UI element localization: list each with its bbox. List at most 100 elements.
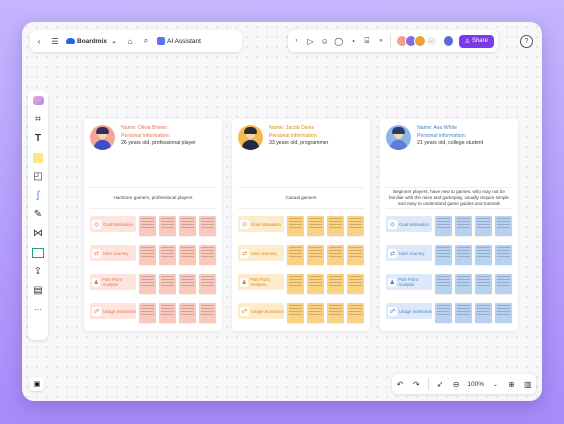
row-label[interactable]: ⇄ User Journey bbox=[386, 245, 432, 261]
tag-icon[interactable]: ⌂ bbox=[125, 36, 135, 46]
more-icon[interactable]: » bbox=[376, 36, 385, 46]
row-label[interactable]: ☍ Usage Scenarios bbox=[238, 303, 284, 319]
sticky-note[interactable] bbox=[475, 274, 492, 294]
sticky-note[interactable] bbox=[179, 216, 196, 236]
redo-icon[interactable]: ↷ bbox=[411, 379, 421, 389]
row-label[interactable]: ♟ Pain Point Analysis bbox=[90, 274, 136, 290]
row-label[interactable]: ☍ Usage Scenarios bbox=[386, 303, 432, 319]
ai-assistant-button[interactable]: AI Assistant bbox=[156, 37, 201, 45]
sticky-note[interactable] bbox=[307, 274, 324, 294]
sticky-note[interactable] bbox=[475, 303, 492, 323]
sticky-note[interactable] bbox=[199, 303, 216, 323]
zoom-out-icon[interactable]: ⊖ bbox=[451, 379, 461, 389]
row-label[interactable]: ♟ Pain Point Analysis bbox=[386, 274, 432, 290]
sticky-note[interactable] bbox=[495, 303, 512, 323]
connector-icon[interactable]: ∫ bbox=[32, 189, 45, 202]
sticky-note[interactable] bbox=[347, 274, 364, 294]
sticky-note[interactable] bbox=[495, 216, 512, 236]
menu-icon[interactable]: ☰ bbox=[50, 36, 60, 46]
sticky-note[interactable] bbox=[307, 245, 324, 265]
text-icon[interactable]: T bbox=[32, 132, 45, 145]
sticky-note[interactable] bbox=[139, 245, 156, 265]
sticky-note[interactable] bbox=[475, 245, 492, 265]
sticky-note[interactable] bbox=[435, 216, 452, 236]
sticky-note[interactable] bbox=[455, 245, 472, 265]
chevron-down-icon[interactable]: ⌄ bbox=[490, 379, 500, 389]
sticky-note[interactable] bbox=[495, 245, 512, 265]
persona-card[interactable]: Name: Jacob Davis Personal information: 33… bbox=[232, 119, 370, 331]
row-label[interactable]: ◎ Goal Motivation bbox=[386, 216, 432, 232]
sticky-note[interactable] bbox=[287, 274, 304, 294]
sticky-note[interactable] bbox=[287, 245, 304, 265]
sticky-note[interactable] bbox=[435, 274, 452, 294]
sticky-note[interactable] bbox=[139, 274, 156, 294]
row-label[interactable]: ♟ Pain Point Analysis bbox=[238, 274, 284, 290]
back-icon[interactable]: ‹ bbox=[34, 36, 44, 46]
sticky-note[interactable] bbox=[327, 245, 344, 265]
sticky-note[interactable] bbox=[199, 245, 216, 265]
sticky-note[interactable] bbox=[327, 216, 344, 236]
mindmap-icon[interactable]: ⋈ bbox=[32, 227, 45, 240]
sticky-note[interactable] bbox=[159, 245, 176, 265]
persona-card[interactable]: Name: Olivia Brown Personal information: 2… bbox=[84, 119, 222, 331]
sticky-note[interactable] bbox=[455, 216, 472, 236]
frame-icon[interactable]: ⌗ bbox=[32, 113, 45, 126]
row-label[interactable]: ⇄ User Journey bbox=[90, 245, 136, 261]
template-icon[interactable] bbox=[32, 94, 45, 107]
sticky-note-icon[interactable] bbox=[32, 151, 45, 164]
sticky-note[interactable] bbox=[307, 216, 324, 236]
sticky-note[interactable] bbox=[159, 303, 176, 323]
help-icon[interactable]: ? bbox=[520, 35, 533, 48]
reaction-icon[interactable]: ☺ bbox=[320, 36, 329, 46]
book-icon[interactable]: ▥ bbox=[523, 379, 533, 389]
sticky-note[interactable] bbox=[495, 274, 512, 294]
share-button[interactable]: ♙ Share bbox=[458, 34, 494, 48]
play-icon[interactable]: ▷ bbox=[306, 36, 315, 46]
sticky-note[interactable] bbox=[287, 216, 304, 236]
sticky-note[interactable] bbox=[287, 303, 304, 323]
sticky-note[interactable] bbox=[199, 274, 216, 294]
sticky-note[interactable] bbox=[455, 303, 472, 323]
sticky-note[interactable] bbox=[327, 274, 344, 294]
sticky-note[interactable] bbox=[347, 303, 364, 323]
expand-icon[interactable]: › bbox=[292, 36, 301, 46]
sticky-note[interactable] bbox=[347, 216, 364, 236]
sticky-note[interactable] bbox=[179, 274, 196, 294]
zoom-level[interactable]: 100% bbox=[467, 381, 484, 388]
sticky-note[interactable] bbox=[347, 245, 364, 265]
sticky-note[interactable] bbox=[435, 303, 452, 323]
sticky-note[interactable] bbox=[159, 274, 176, 294]
sticky-note[interactable] bbox=[139, 216, 156, 236]
comment-icon[interactable]: ◯ bbox=[334, 36, 343, 46]
more-tools-icon[interactable]: ··· bbox=[32, 303, 45, 316]
sticky-note[interactable] bbox=[435, 245, 452, 265]
sticky-note[interactable] bbox=[455, 274, 472, 294]
collaborator-avatars[interactable]: ... bbox=[396, 35, 436, 47]
row-label[interactable]: ◎ Goal Motivation bbox=[238, 216, 284, 232]
vote-icon[interactable]: ⌸ bbox=[362, 36, 371, 46]
search-icon[interactable]: ⌕ bbox=[141, 36, 151, 46]
brand[interactable]: Boardmix ⌄ bbox=[66, 36, 119, 46]
timer-icon[interactable]: ◔ bbox=[348, 36, 357, 46]
undo-icon[interactable]: ↶ bbox=[395, 379, 405, 389]
table-icon[interactable] bbox=[32, 246, 45, 259]
row-label[interactable]: ◎ Goal Motivation bbox=[90, 216, 136, 232]
sticky-note[interactable] bbox=[307, 303, 324, 323]
minimap-icon[interactable]: ▣ bbox=[30, 377, 44, 391]
sticky-note[interactable] bbox=[159, 216, 176, 236]
current-user-avatar[interactable] bbox=[442, 35, 454, 47]
zoom-in-icon[interactable]: ⊕ bbox=[507, 379, 517, 389]
row-label[interactable]: ☍ Usage Scenarios bbox=[90, 303, 136, 319]
sticky-note[interactable] bbox=[179, 245, 196, 265]
sticky-note[interactable] bbox=[327, 303, 344, 323]
pen-icon[interactable]: ✎ bbox=[32, 208, 45, 221]
persona-card[interactable]: Name: Ava White Personal information: 21 y… bbox=[380, 119, 518, 331]
shape-icon[interactable]: ◰ bbox=[32, 170, 45, 183]
upload-icon[interactable]: ⇪ bbox=[32, 265, 45, 278]
sticky-note[interactable] bbox=[139, 303, 156, 323]
document-icon[interactable]: ▤ bbox=[32, 284, 45, 297]
row-label[interactable]: ⇄ User Journey bbox=[238, 245, 284, 261]
sticky-note[interactable] bbox=[475, 216, 492, 236]
sticky-note[interactable] bbox=[199, 216, 216, 236]
sticky-note[interactable] bbox=[179, 303, 196, 323]
